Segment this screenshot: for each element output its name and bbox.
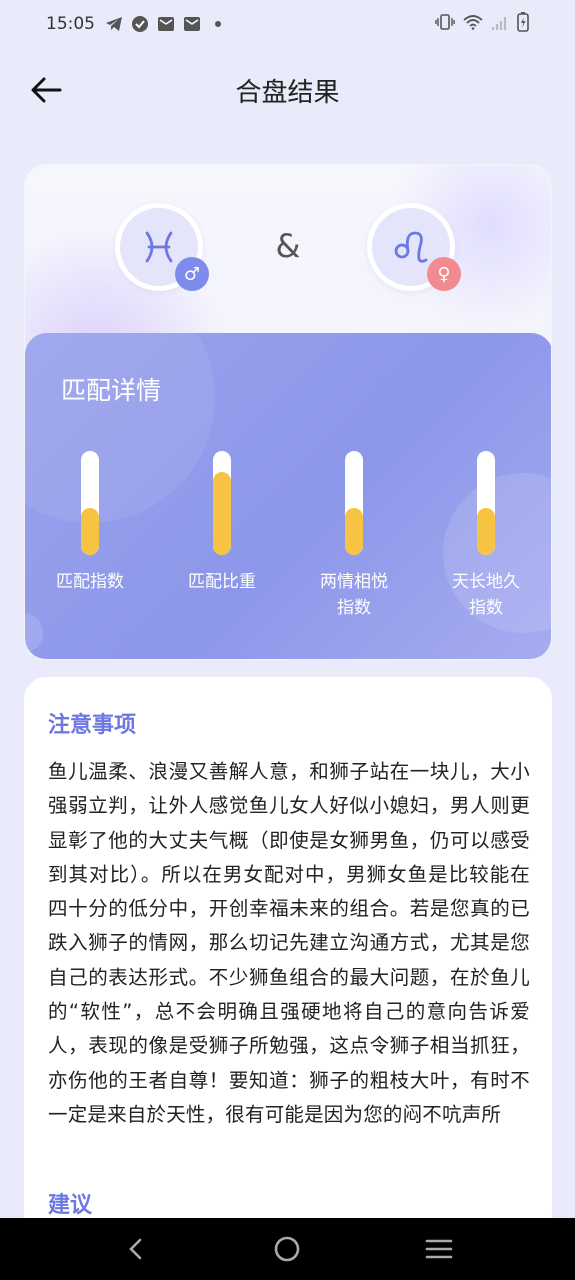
- meter-fill: [213, 471, 231, 555]
- match-details-panel: 匹配详情 匹配指数 匹配比重 两情相悦 指数 天长地久 指数: [25, 333, 551, 659]
- status-right: [435, 12, 529, 36]
- battery-charging-icon: [517, 12, 529, 36]
- meter-lasting: 天长地久 指数: [431, 451, 541, 621]
- vibrate-icon: [435, 14, 455, 34]
- meter-track: [477, 451, 495, 555]
- telegram-icon: [105, 15, 123, 33]
- details-title: 匹配详情: [61, 376, 162, 405]
- meter-fill: [345, 508, 363, 555]
- notice-body: 鱼儿温柔、浪漫又善解人意，和狮子站在一块儿，大小强弱立判，让外人感觉鱼儿女人好似…: [48, 760, 530, 1126]
- chevron-left-icon: [128, 1238, 142, 1260]
- nav-recents-button[interactable]: [419, 1229, 459, 1269]
- meter-track: [81, 451, 99, 555]
- notice-title: 注意事项: [48, 713, 137, 738]
- check-icon: [131, 15, 149, 33]
- status-time: 15:05: [46, 14, 95, 34]
- wifi-icon: [463, 14, 483, 34]
- mail-icon: [157, 15, 175, 33]
- header: 合盘结果: [0, 60, 575, 118]
- meter-label: 匹配比重: [188, 572, 256, 592]
- nav-back-button[interactable]: [116, 1229, 156, 1269]
- advice-title: 建议: [48, 1193, 93, 1218]
- female-badge: ♀: [427, 257, 461, 291]
- page-title: 合盘结果: [235, 78, 340, 108]
- meter-label: 匹配指数: [56, 572, 124, 592]
- meter-track: [345, 451, 363, 555]
- status-bar: 15:05: [0, 0, 575, 48]
- nav-home-button[interactable]: [267, 1229, 307, 1269]
- notice-card: 注意事项 鱼儿温柔、浪漫又善解人意，和狮子站在一块儿，大小强弱立判，让外人感觉鱼…: [24, 677, 552, 1237]
- system-nav-bar: [0, 1218, 575, 1280]
- circle-home-icon: [275, 1236, 300, 1262]
- meter-fill: [477, 508, 495, 555]
- meter-mutual-love: 两情相悦 指数: [299, 451, 409, 621]
- separator: &: [275, 227, 301, 265]
- signal-icon: [491, 14, 509, 34]
- mail-icon: [183, 15, 201, 33]
- dot-icon: [209, 15, 227, 33]
- meter-label: 两情相悦 指数: [320, 572, 388, 618]
- meter-label: 天长地久 指数: [452, 572, 520, 618]
- meter-match-index: 匹配指数: [35, 451, 145, 595]
- match-card: ♂ & ♀ 匹配详情 匹配指数 匹配比重 两情相悦 指数 天长地久 指数: [24, 164, 552, 660]
- decor-bubble: [25, 613, 43, 653]
- menu-icon: [425, 1239, 453, 1259]
- meter-track: [213, 451, 231, 555]
- leo-icon: [394, 231, 428, 263]
- meter-fill: [81, 508, 99, 555]
- meter-match-weight: 匹配比重: [167, 451, 277, 595]
